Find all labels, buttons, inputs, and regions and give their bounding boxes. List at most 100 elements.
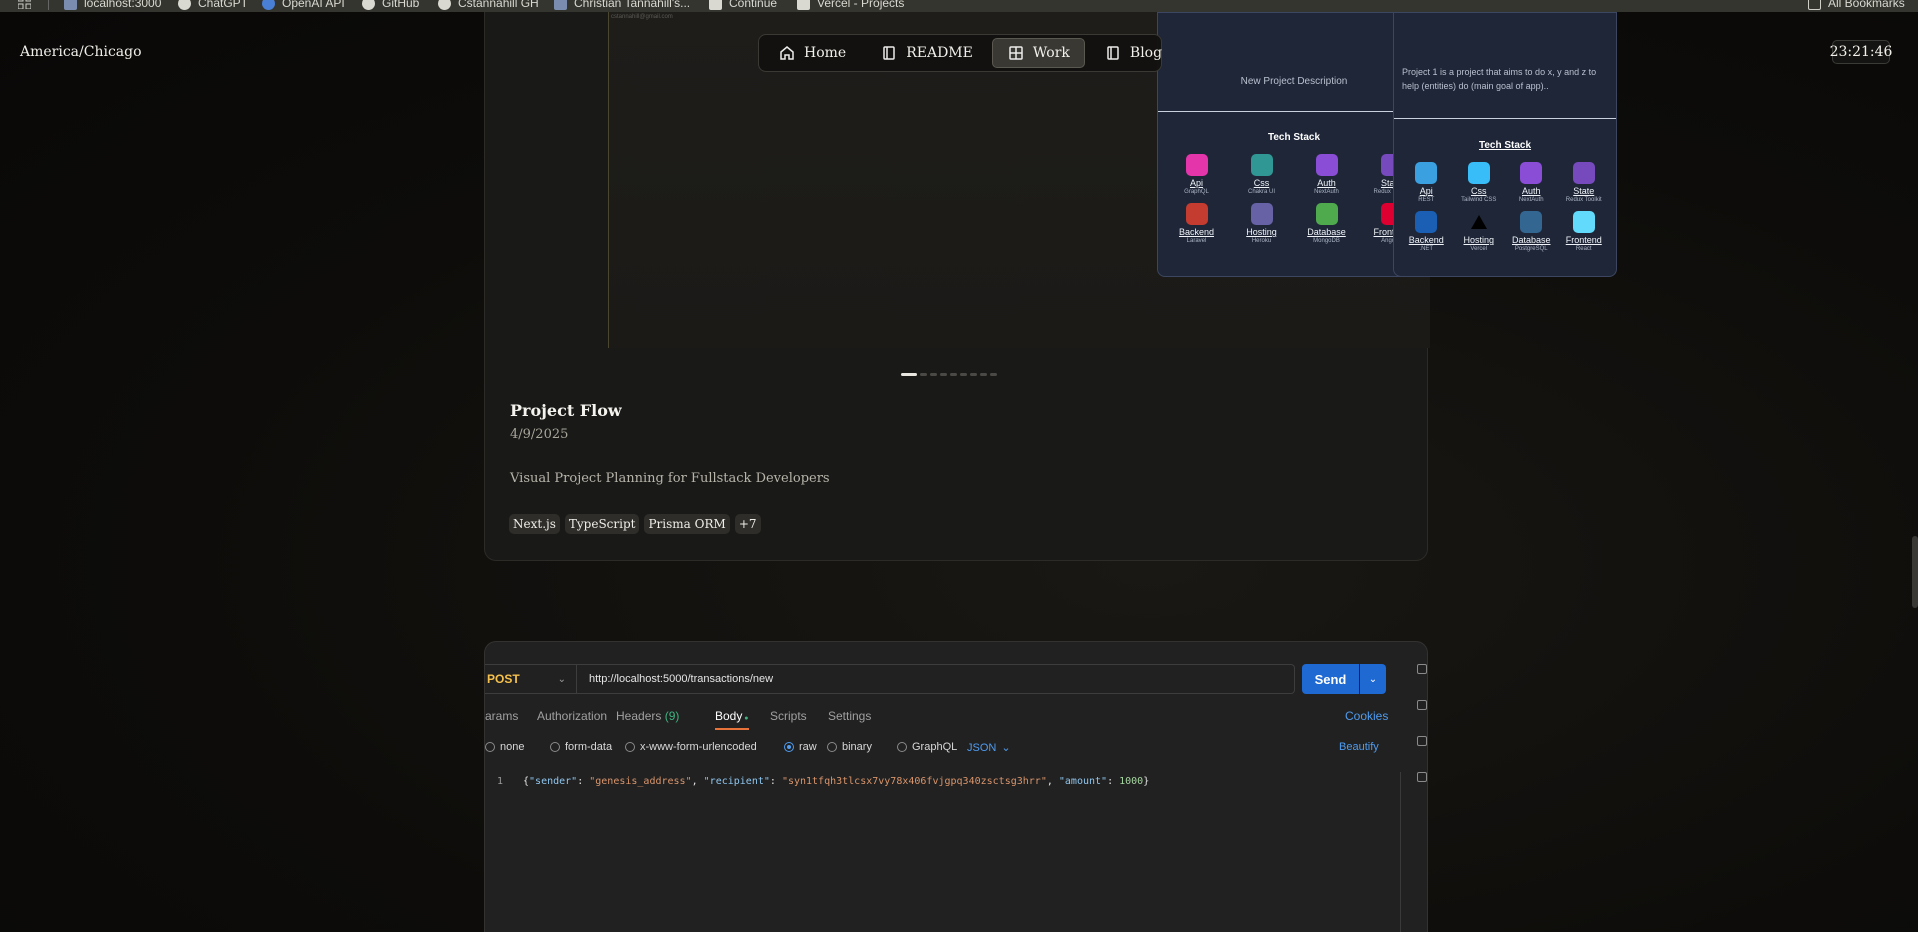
apps-grid-icon[interactable] [18, 0, 31, 9]
preview-corner-text: cstannahill@gmail.com [611, 14, 673, 20]
radio-button[interactable] [550, 742, 560, 752]
bookmark-item[interactable]: ChatGPT [178, 0, 248, 10]
radio-button[interactable] [827, 742, 837, 752]
home-icon [778, 44, 796, 62]
line-number: 1 [497, 776, 504, 787]
radio-button[interactable] [625, 742, 635, 752]
carousel-dot[interactable] [950, 373, 957, 376]
body-option-none[interactable]: none [485, 741, 524, 753]
body-option-raw[interactable]: raw [784, 741, 817, 753]
body-option-binary[interactable]: binary [827, 741, 872, 753]
carousel-dot[interactable] [980, 373, 987, 376]
openai-icon [262, 0, 275, 10]
bookmark-item[interactable]: Vercel - Projects [797, 0, 904, 10]
option-label: GraphQL [912, 741, 958, 753]
tab-scripts[interactable]: Scripts [770, 709, 807, 723]
cookies-link[interactable]: Cookies [1345, 709, 1388, 723]
tech-sub: Chakra UI [1247, 189, 1275, 195]
api-client-preview[interactable]: POST ⌄ http://localhost:5000/transaction… [484, 641, 1428, 932]
nav-item-blog[interactable]: Blog [1089, 38, 1177, 68]
tab-arams[interactable]: arams [485, 709, 518, 723]
carousel-dot[interactable] [920, 373, 927, 376]
method-select[interactable]: POST ⌄ [485, 665, 577, 693]
bookmark-label: ChatGPT [198, 0, 249, 10]
tab-authorization[interactable]: Authorization [537, 709, 607, 723]
carousel-dot[interactable] [960, 373, 967, 376]
info-icon[interactable] [1417, 772, 1427, 782]
format-select[interactable]: JSON ⌄ [967, 741, 1011, 755]
tab-settings[interactable]: Settings [828, 709, 871, 723]
bookmark-label: Christian Tannahill's... [574, 0, 691, 10]
tech-stack-grid: Api GraphQL Css Chakra UI Auth NextAuth State R… [1164, 154, 1424, 246]
bookmark-item[interactable]: OpenAI API [262, 0, 345, 10]
vercel-icon [1468, 211, 1490, 233]
option-label: binary [842, 741, 872, 753]
comments-icon[interactable] [1417, 700, 1427, 710]
tailwind-icon [1467, 162, 1490, 184]
request-url-bar: POST ⌄ http://localhost:5000/transaction… [485, 664, 1295, 694]
nextauth-icon [1520, 162, 1543, 184]
tech-item: Database MongoDB [1294, 203, 1359, 246]
send-button[interactable]: Send [1302, 664, 1359, 694]
code-line: {"sender": "genesis_address", "recipient… [523, 776, 1150, 787]
tech-tag: Next.js [509, 514, 560, 534]
body-option-form-data[interactable]: form-data [550, 741, 612, 753]
carousel-dot[interactable] [970, 373, 977, 376]
radio-button[interactable] [485, 742, 495, 752]
nav-item-home[interactable]: Home [763, 38, 861, 68]
carousel-dot[interactable] [930, 373, 937, 376]
project-date: 4/9/2025 [510, 427, 569, 442]
carousel-dot[interactable] [940, 373, 947, 376]
code-snippet-icon[interactable] [1417, 736, 1427, 746]
code-string: "syn1tfqh3tlcsx7vy78x406fvjgpq340zsctsg3… [781, 776, 1047, 787]
tab-body[interactable]: Body ● [715, 709, 749, 723]
bookmark-item[interactable]: localhost:3000 [64, 0, 161, 10]
tech-sub: NextAuth [1314, 189, 1339, 195]
all-bookmarks[interactable]: All Bookmarks [1808, 0, 1905, 10]
tab-count: (9) [664, 709, 680, 723]
carousel-dot[interactable] [990, 373, 997, 376]
bookmark-item[interactable]: Continue [709, 0, 777, 10]
docs-icon[interactable] [1417, 664, 1427, 674]
radio-button[interactable] [784, 742, 794, 752]
body-option-graphql[interactable]: GraphQL [897, 741, 957, 753]
react-icon [1572, 211, 1595, 233]
option-label: form-data [565, 741, 613, 753]
carousel-dot[interactable] [901, 373, 917, 376]
github-icon [438, 0, 451, 10]
tech-item: State Redux Toolkit [1558, 162, 1611, 205]
tech-label: Frontend [1565, 235, 1602, 245]
bookmarks-bar: localhost:3000 ChatGPT OpenAI API GitHub Cst… [0, 0, 1918, 12]
tech-label: Api [1419, 186, 1433, 196]
tech-label: Api [1189, 178, 1203, 188]
tech-stack-title: Tech Stack [1478, 140, 1532, 151]
body-option-x-www-form-urlencoded[interactable]: x-www-form-urlencoded [625, 741, 757, 753]
project-card[interactable]: cstannahill@gmail.com New Project Descri… [484, 12, 1617, 561]
folder-icon [1808, 0, 1821, 10]
bookmark-item[interactable]: Christian Tannahill's... [554, 0, 690, 10]
tab-label: Settings [828, 709, 872, 723]
scrollbar-thumb[interactable] [1912, 536, 1918, 608]
grid-icon [1007, 44, 1025, 62]
nav-item-readme[interactable]: README [865, 38, 988, 68]
tab-headers[interactable]: Headers (9) [616, 709, 679, 723]
postgresql-icon [1520, 211, 1543, 233]
dotnet-icon [1415, 211, 1438, 233]
url-input[interactable]: http://localhost:5000/transactions/new [577, 673, 773, 685]
code-editor[interactable]: 1 {"sender": "genesis_address", "recipie… [485, 772, 1401, 932]
laravel-icon [1185, 203, 1208, 225]
tech-item: Hosting Vercel [1453, 211, 1506, 254]
code-brace: } [1143, 776, 1150, 787]
tech-label: Database [1307, 227, 1346, 237]
tech-item: Frontend React [1558, 211, 1611, 254]
bookmarks-divider [48, 0, 49, 10]
radio-button[interactable] [897, 742, 907, 752]
beautify-link[interactable]: Beautify [1339, 741, 1379, 753]
tab-label: arams [485, 709, 519, 723]
bookmark-label: Cstannahill GH [458, 0, 539, 10]
option-label: none [500, 741, 525, 753]
bookmark-item[interactable]: Cstannahill GH [438, 0, 539, 10]
nav-item-work[interactable]: Work [991, 38, 1085, 68]
bookmark-item[interactable]: GitHub [362, 0, 419, 10]
send-options-chevron-icon[interactable]: ⌄ [1360, 664, 1386, 694]
